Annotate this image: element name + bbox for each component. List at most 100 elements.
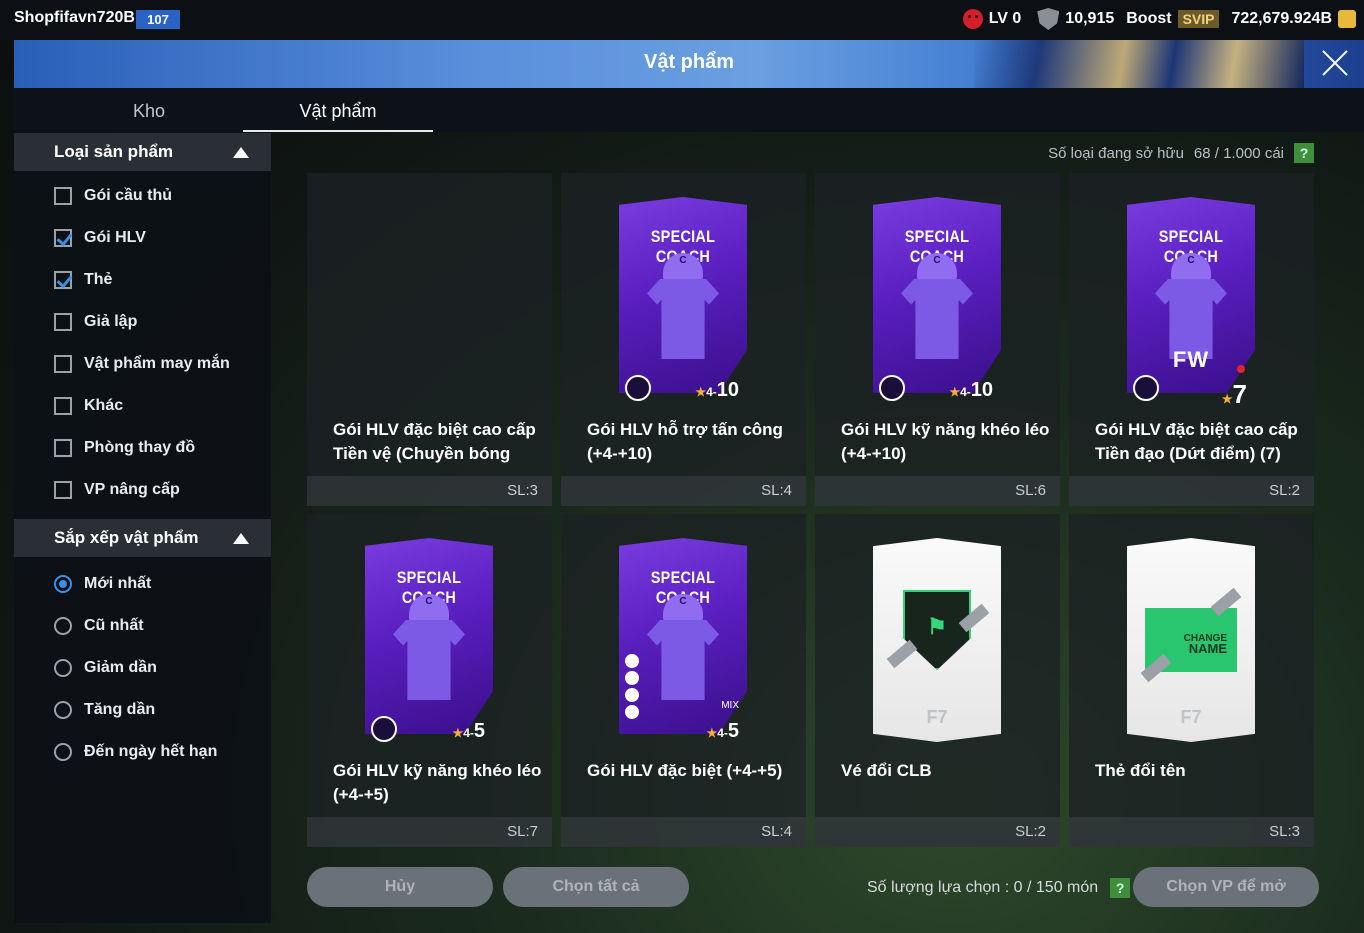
collapse-icon[interactable] <box>233 147 249 158</box>
sort-option[interactable]: Cũ nhất <box>14 605 271 647</box>
cap-letter: C <box>933 255 941 266</box>
balance-text: 722,679.924B <box>1231 10 1332 27</box>
item-quantity: SL:6 <box>1015 482 1046 499</box>
checkbox[interactable] <box>54 313 72 331</box>
item-name: Gói HLV kỹ năng khéo léo (+4-+10) <box>841 420 1050 463</box>
star-icon: ★ <box>452 726 464 740</box>
close-icon[interactable] <box>1320 48 1350 78</box>
category-option[interactable]: Giả lập <box>14 301 271 343</box>
shield-icon <box>1037 8 1060 30</box>
currency-group: LV 0 10,915 Boost SVIP 722,679.924B <box>962 8 1356 30</box>
cap-icon: C <box>663 253 703 281</box>
checkbox[interactable] <box>54 481 72 499</box>
checkbox[interactable] <box>54 271 72 289</box>
sort-option[interactable]: Tăng dần <box>14 689 271 731</box>
cancel-button[interactable]: Hủy <box>307 867 493 907</box>
checkbox[interactable] <box>54 397 72 415</box>
radio[interactable] <box>54 701 72 719</box>
owned-value: 68 / 1.000 cái <box>1193 144 1284 162</box>
category-option[interactable]: Thẻ <box>14 259 271 301</box>
option-label: Khác <box>84 397 124 414</box>
option-label: Gói cầu thủ <box>84 187 172 204</box>
option-label: Tăng dần <box>84 701 156 718</box>
radio[interactable] <box>54 617 72 635</box>
category-section-header[interactable]: Loại sản phẩm <box>14 133 271 171</box>
option-label: Cũ nhất <box>84 617 144 634</box>
item-name: Vé đổi CLB <box>841 761 932 780</box>
checkbox[interactable] <box>54 229 72 247</box>
item-name: Gói HLV hỗ trợ tấn công (+4-+10) <box>587 420 783 463</box>
sort-section-title: Sắp xếp vật phẩm <box>54 528 199 547</box>
category-option[interactable]: Gói cầu thủ <box>14 175 271 217</box>
mix-label: MIX <box>721 700 739 711</box>
option-label: Gói HLV <box>84 229 146 246</box>
category-option[interactable]: Vật phẩm may mắn <box>14 343 271 385</box>
option-label: Phòng thay đồ <box>84 439 196 456</box>
item-footer: SL:2 <box>1069 476 1314 506</box>
tab-vat-pham[interactable]: Vật phẩm <box>243 88 433 132</box>
rating-max: 10 <box>716 379 739 401</box>
item-card[interactable]: SPECIAL COACH C FW ★7 Gói HLV đặc biệt c… <box>1069 173 1314 506</box>
category-option[interactable]: VP nâng cấp <box>14 469 271 511</box>
checkbox[interactable] <box>54 187 72 205</box>
cap-letter: C <box>425 596 433 607</box>
sort-section-header[interactable]: Sắp xếp vật phẩm <box>14 519 271 557</box>
attribute-icon <box>625 705 639 719</box>
swap-arrow-icon <box>886 639 918 669</box>
item-card[interactable]: SPECIAL COACH C MIX ★4-5 Gói HLV đặc biệ… <box>561 514 806 847</box>
help-icon[interactable]: ? <box>1110 878 1131 898</box>
sort-option[interactable]: Mới nhất <box>14 563 271 605</box>
item-card[interactable]: SPECIAL COACH C ★4-10 Gói HLV hỗ trợ tấn… <box>561 173 806 506</box>
category-option[interactable]: Khác <box>14 385 271 427</box>
mood-icon <box>962 9 983 29</box>
owned-label: Số loại đang sở hữu <box>1048 144 1184 162</box>
radio[interactable] <box>54 575 72 593</box>
star-icon: ★ <box>1221 392 1233 406</box>
checkbox[interactable] <box>54 355 72 373</box>
open-selected-button[interactable]: Chọn VP để mở <box>1133 867 1319 907</box>
coin-icon <box>1338 10 1356 28</box>
sort-option[interactable]: Đến ngày hết hạn <box>14 731 271 773</box>
pack-rating: ★4-5 <box>706 720 739 743</box>
item-footer: SL:4 <box>561 817 806 847</box>
pack-rating: ★4-5 <box>452 720 485 743</box>
option-label: Thẻ <box>84 271 113 288</box>
notification-dot <box>1237 365 1245 373</box>
skill-icon <box>879 375 905 401</box>
tab-bar: Kho Vật phẩm <box>14 88 1364 132</box>
user-level-badge: 107 <box>136 10 180 29</box>
help-icon[interactable]: ? <box>1294 143 1314 163</box>
sort-list: Mới nhất Cũ nhất Giảm dần Tăng dần Đến n… <box>14 557 271 773</box>
top-status-bar: Shopfifavn720B 107 LV 0 10,915 Boost SVI… <box>0 0 1364 40</box>
collapse-icon[interactable] <box>233 533 249 544</box>
fc-logo-icon: F7 <box>1180 707 1202 727</box>
item-card[interactable]: SPECIAL COACH C ★4-10 Gói HLV kỹ năng kh… <box>815 173 1060 506</box>
cap-icon: C <box>1171 253 1211 281</box>
item-card[interactable]: CHANGE NAME F7 Thẻ đổi tên SL:3 <box>1069 514 1314 847</box>
tab-kho[interactable]: Kho <box>54 88 244 132</box>
pack-rating: ★7 <box>1222 379 1247 410</box>
item-footer: SL:2 <box>815 817 1060 847</box>
coach-pack-image: SPECIAL COACH C FW ★7 <box>1127 197 1255 409</box>
rating-max: 5 <box>727 720 739 742</box>
owned-count: Số loại đang sở hữu 68 / 1.000 cái ? <box>1048 143 1314 163</box>
item-card[interactable]: SPECIAL COACH C ★4-5 Gói HLV kỹ năng khé… <box>307 514 552 847</box>
category-option[interactable]: Phòng thay đồ <box>14 427 271 469</box>
item-card[interactable]: ⚑ F7 Vé đổi CLB SL:2 <box>815 514 1060 847</box>
attribute-icon <box>625 671 639 685</box>
cap-letter: C <box>1187 255 1195 266</box>
item-name: Gói HLV đặc biệt cao cấp Tiền đạo (Dứt đ… <box>1095 420 1298 463</box>
checkbox[interactable] <box>54 439 72 457</box>
item-card[interactable]: Gói HLV đặc biệt cao cấp Tiền vệ (Chuyền… <box>307 173 552 506</box>
coach-pack-image: SPECIAL COACH C MIX ★4-5 <box>619 538 747 742</box>
item-quantity: SL:4 <box>761 482 792 499</box>
pack-rating: ★4-10 <box>949 379 993 402</box>
svip-badge[interactable]: SVIP <box>1177 10 1220 28</box>
category-option[interactable]: Gói HLV <box>14 217 271 259</box>
item-footer: SL:3 <box>1069 817 1314 847</box>
select-all-button[interactable]: Chọn tất cả <box>503 867 689 907</box>
radio[interactable] <box>54 659 72 677</box>
skill-icon <box>371 716 397 742</box>
radio[interactable] <box>54 743 72 761</box>
sort-option[interactable]: Giảm dần <box>14 647 271 689</box>
